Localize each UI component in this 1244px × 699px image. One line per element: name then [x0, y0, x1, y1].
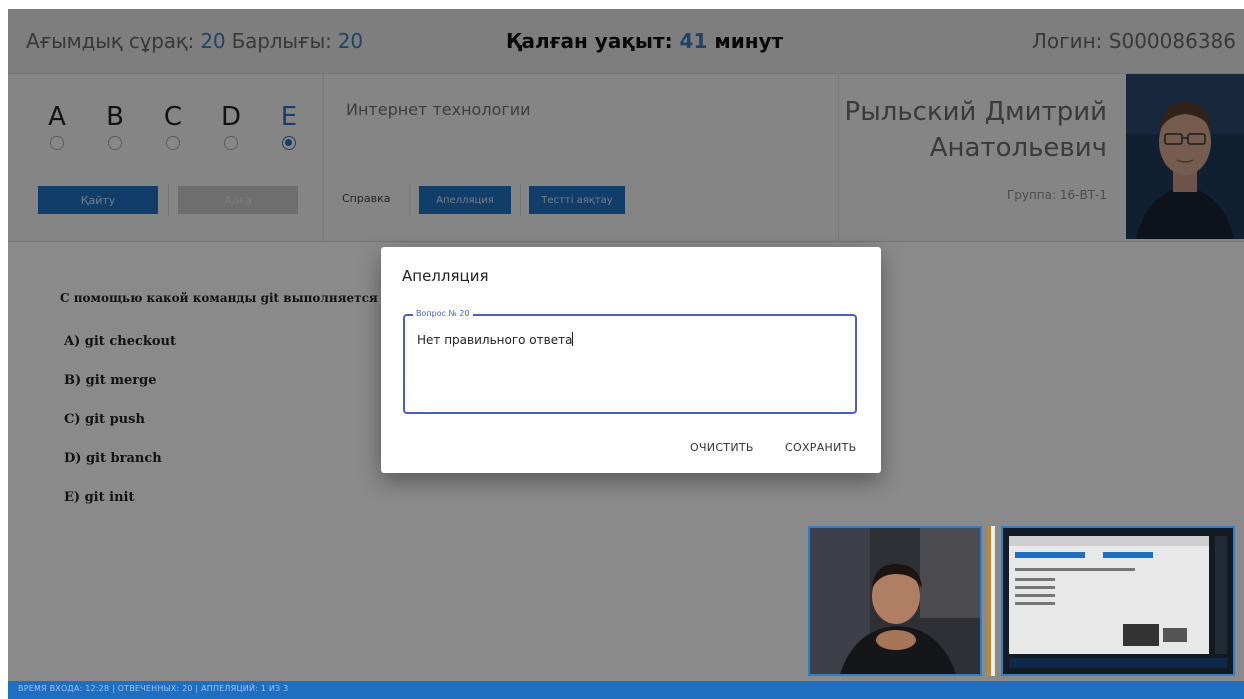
dialog-title: Апелляция [402, 267, 489, 285]
stream-divider [991, 526, 995, 676]
webcam-image [810, 528, 980, 674]
appeal-field-value[interactable]: Нет правильного ответа [417, 332, 574, 347]
text-caret [572, 332, 574, 346]
appeal-dialog: Апелляция Вопрос № 20 Нет правильного от… [381, 247, 881, 473]
save-button[interactable]: СОХРАНИТЬ [785, 441, 857, 454]
appeal-field-label: Вопрос № 20 [413, 309, 473, 318]
webcam-preview [808, 526, 982, 676]
status-text: ВРЕМЯ ВХОДА: 12:28 | ОТВЕЧЕННЫХ: 20 | АП… [18, 684, 289, 693]
screen-share-preview [1001, 526, 1235, 676]
clear-button[interactable]: ОЧИСТИТЬ [690, 441, 754, 454]
status-bar: ВРЕМЯ ВХОДА: 12:28 | ОТВЕЧЕННЫХ: 20 | АП… [8, 681, 1244, 699]
appeal-textarea[interactable]: Вопрос № 20 Нет правильного ответа [403, 309, 857, 414]
appeal-text: Нет правильного ответа [417, 333, 573, 347]
screen-share-image [1003, 528, 1233, 674]
